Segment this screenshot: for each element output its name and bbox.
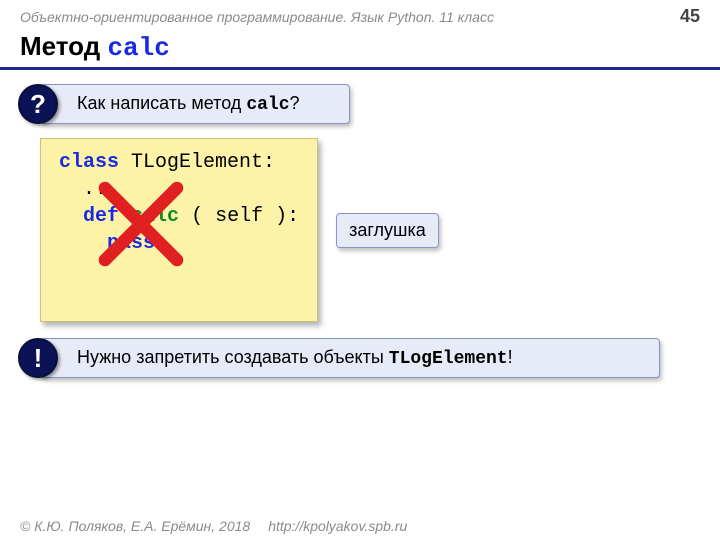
course-title: Объектно-ориентированное программировани… [20,9,494,25]
code-l1b: TLogElement: [119,151,275,174]
question-badge: ? [18,84,58,124]
question-text-after: ? [290,93,300,113]
kw-class: class [59,151,119,174]
footer-url: http://kpolyakov.spb.ru [268,518,407,534]
warning-code: TLogElement [389,349,508,369]
title-prefix: Метод [20,31,107,61]
copyright: © К.Ю. Поляков, Е.А. Ерёмин, 2018 [20,518,250,534]
code-l3e: ( self ): [179,205,299,228]
header-bar: Объектно-ориентированное программировани… [0,0,720,29]
footer: © К.Ю. Поляков, Е.А. Ерёмин, 2018 http:/… [0,518,720,534]
warning-text-after: ! [508,347,513,367]
question-code: calc [246,95,289,115]
code-method-name: calc [131,205,179,228]
warning-badge: ! [18,338,58,378]
title-code: calc [107,33,169,63]
code-block: class TLogElement: ... def calc ( self )… [40,138,318,322]
slide-title: Метод calc [0,29,720,70]
code-l4a [59,232,107,255]
kw-pass: pass [107,232,155,255]
warning-text-before: Нужно запретить создавать объекты [77,347,389,367]
question-callout: Как написать метод calc? [40,84,350,124]
warning-callout: Нужно запретить создавать объекты TLogEl… [40,338,660,378]
kw-def: def [83,205,119,228]
code-l3a [59,205,83,228]
code-l3c [119,205,131,228]
question-text-before: Как написать метод [77,93,246,113]
code-l2: ... [59,178,119,201]
stub-tag: заглушка [336,213,439,248]
page-number: 45 [680,6,700,27]
